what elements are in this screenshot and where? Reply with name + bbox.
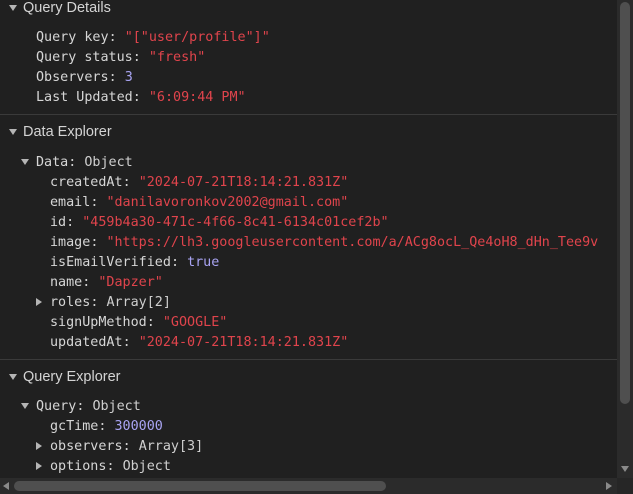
expand-roles-icon[interactable] [36, 298, 42, 306]
collapse-triangle-icon[interactable] [9, 5, 17, 11]
detail-key: Query status [36, 50, 133, 65]
data-field-row: image: "https://lh3.googleusercontent.co… [50, 235, 599, 250]
query-field-row-observers[interactable]: observers: Array[3] [50, 437, 203, 457]
expand-options-icon[interactable] [36, 462, 42, 470]
query-root-row[interactable]: Query: Object [36, 397, 141, 417]
collapse-triangle-icon[interactable] [9, 129, 17, 135]
vertical-scroll-thumb[interactable] [620, 2, 630, 404]
scroll-down-arrow-icon[interactable] [621, 466, 629, 472]
data-field-row: email: "danilavoronkov2002@gmail.com" [50, 195, 349, 210]
detail-key: Last Updated [36, 90, 133, 105]
field-value: true [187, 255, 220, 270]
field-key: signUpMethod [50, 315, 147, 330]
query-explorer-title: Query Explorer [23, 369, 121, 385]
scroll-left-arrow-icon[interactable] [3, 482, 9, 490]
query-field-row: gcTime: 300000 [50, 419, 163, 434]
field-value: "2024-07-21T18:14:21.831Z" [138, 335, 349, 350]
detail-key: Query key [36, 30, 109, 45]
detail-row-observers: Observers: 3 [36, 70, 133, 85]
data-field-row: name: "Dapzer" [50, 275, 163, 290]
field-value: "GOOGLE" [162, 315, 228, 330]
field-value: "2024-07-21T18:14:21.831Z" [138, 175, 349, 190]
detail-row-last-updated: Last Updated: "6:09:44 PM" [36, 90, 246, 105]
field-key: isEmailVerified [50, 255, 171, 270]
scroll-right-arrow-icon[interactable] [606, 482, 612, 490]
data-field-row: signUpMethod: "GOOGLE" [50, 315, 228, 330]
data-field-row-roles[interactable]: roles: Array[2] [50, 293, 171, 313]
expand-query-icon[interactable] [21, 403, 29, 409]
field-key: id [50, 215, 67, 230]
field-value: "459b4a30-471c-4f66-8c41-6134c01cef2b" [82, 215, 389, 230]
detail-row-query-key: Query key: "["user/profile"]" [36, 30, 270, 45]
data-field-row: isEmailVerified: true [50, 255, 220, 270]
detail-value: "fresh" [148, 50, 206, 65]
detail-value: 3 [124, 70, 133, 85]
devtools-query-panel: Query Details Query key: "["user/profile… [0, 0, 633, 494]
field-value: Array[3] [138, 439, 204, 454]
detail-value: "6:09:44 PM" [148, 90, 246, 105]
field-key: email [50, 195, 91, 210]
detail-value: "["user/profile"]" [124, 30, 270, 45]
field-key: options [50, 459, 107, 474]
query-details-header[interactable]: Query Details [0, 0, 617, 17]
field-key: observers [50, 439, 123, 454]
field-key: updatedAt [50, 335, 123, 350]
query-details-title: Query Details [23, 0, 111, 16]
vertical-scrollbar[interactable] [617, 0, 633, 478]
data-explorer-header[interactable]: Data Explorer [0, 123, 617, 141]
field-value: Object [122, 459, 171, 474]
section-divider [0, 359, 617, 360]
horizontal-scroll-thumb[interactable] [14, 481, 386, 491]
data-root-row[interactable]: Data: Object [36, 153, 133, 173]
field-key: name [50, 275, 83, 290]
field-value: 300000 [114, 419, 163, 434]
section-divider [0, 114, 617, 115]
data-root-key: Data [36, 155, 69, 170]
field-value: Array[2] [106, 295, 171, 310]
query-root-type: Object [92, 399, 141, 414]
field-key: createdAt [50, 175, 123, 190]
horizontal-scrollbar[interactable] [0, 478, 617, 494]
field-key: image [50, 235, 91, 250]
data-root-type: Object [84, 155, 133, 170]
panel-content: Query Details Query key: "["user/profile… [0, 0, 617, 478]
field-value: "Dapzer" [98, 275, 163, 290]
expand-data-icon[interactable] [21, 159, 29, 165]
query-field-row-options[interactable]: options: Object [50, 457, 171, 477]
expand-observers-icon[interactable] [36, 442, 42, 450]
data-field-row: updatedAt: "2024-07-21T18:14:21.831Z" [50, 335, 349, 350]
collapse-triangle-icon[interactable] [9, 374, 17, 380]
detail-key: Observers [36, 70, 109, 85]
detail-row-query-status: Query status: "fresh" [36, 50, 206, 65]
field-value: "https://lh3.googleusercontent.com/a/ACg… [106, 235, 599, 250]
field-value: "danilavoronkov2002@gmail.com" [106, 195, 349, 210]
query-root-key: Query [36, 399, 77, 414]
field-key: gcTime [50, 419, 99, 434]
query-explorer-header[interactable]: Query Explorer [0, 368, 617, 386]
data-field-row: id: "459b4a30-471c-4f66-8c41-6134c01cef2… [50, 215, 389, 230]
data-field-row: createdAt: "2024-07-21T18:14:21.831Z" [50, 175, 349, 190]
field-key: roles [50, 295, 91, 310]
data-explorer-title: Data Explorer [23, 124, 112, 140]
scrollbar-corner [617, 478, 633, 494]
